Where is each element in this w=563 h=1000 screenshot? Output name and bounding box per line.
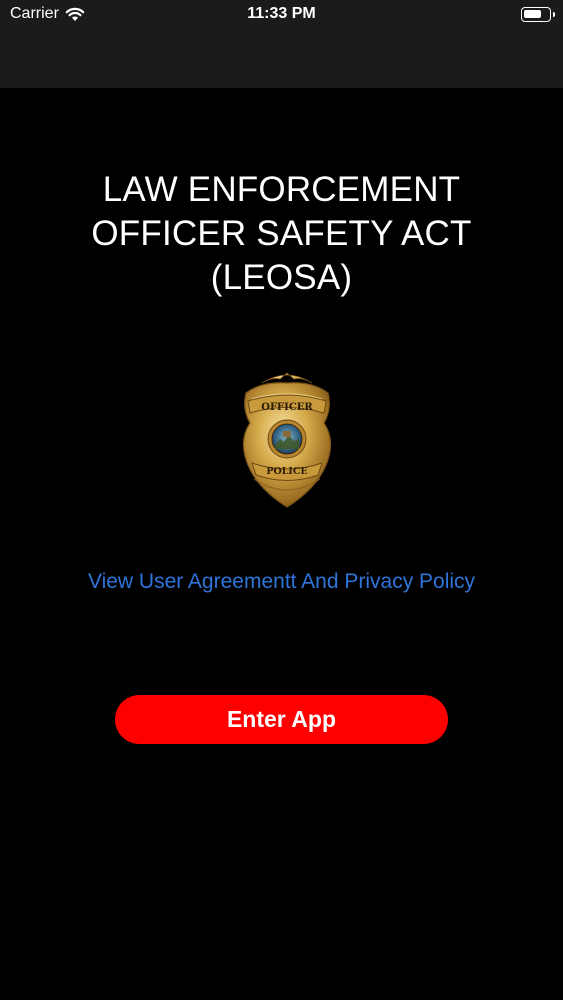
badge-bottom-text: POLICE bbox=[266, 466, 307, 477]
battery-level bbox=[524, 10, 541, 18]
police-badge-logo: OFFICER POLICE bbox=[242, 372, 332, 508]
navigation-bar bbox=[0, 30, 563, 88]
badge-top-text: OFFICER bbox=[261, 402, 313, 413]
title-line-3: (LEOSA) bbox=[210, 258, 353, 297]
title-line-2: OFFICER SAFETY ACT bbox=[91, 214, 472, 253]
title-line-1: LAW ENFORCEMENT bbox=[102, 170, 461, 209]
status-bar: Carrier 11:33 PM bbox=[0, 0, 563, 30]
enter-app-button[interactable]: Enter App bbox=[115, 695, 448, 744]
status-time: 11:33 PM bbox=[247, 5, 316, 22]
battery-icon bbox=[521, 7, 555, 22]
user-agreement-link[interactable]: View User Agreementt And Privacy Policy bbox=[0, 570, 563, 594]
app-title: LAW ENFORCEMENT OFFICER SAFETY ACT (LEOS… bbox=[40, 168, 523, 300]
